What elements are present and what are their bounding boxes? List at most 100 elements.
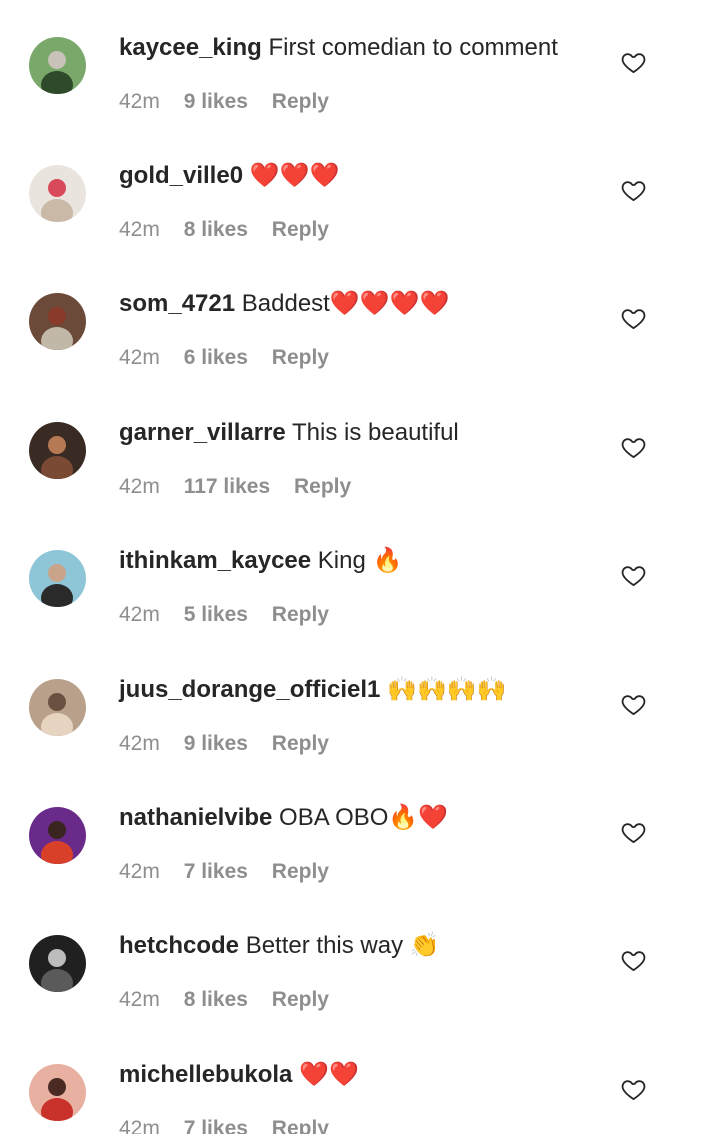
reply-button[interactable]: Reply: [272, 218, 329, 241]
comment-username[interactable]: gold_ville0: [119, 162, 243, 189]
comment-meta: 42m 7 likes Reply: [119, 859, 347, 885]
avatar-head: [48, 179, 66, 197]
comment-text: First comedian to comment: [268, 34, 558, 61]
comment-item: gold_ville0 ❤️❤️❤️ 42m 8 likes Reply: [0, 161, 720, 289]
comment-meta: 42m 6 likes Reply: [119, 345, 347, 371]
like-button[interactable]: [620, 1076, 647, 1103]
comment-content: hetchcode Better this way 👏: [119, 931, 599, 961]
comment-content: nathanielvibe OBA OBO🔥❤️: [119, 803, 599, 833]
reply-button[interactable]: Reply: [272, 603, 329, 626]
like-button[interactable]: [620, 49, 647, 76]
comment-time: 42m: [119, 218, 160, 241]
reply-button[interactable]: Reply: [272, 732, 329, 755]
comment-content: garner_villarre This is beautiful: [119, 418, 599, 448]
comment-content: juus_dorange_officiel1 🙌🙌🙌🙌: [119, 675, 599, 705]
comment-text: OBA OBO🔥❤️: [279, 804, 449, 831]
comment-likes[interactable]: 9 likes: [184, 90, 248, 113]
comment-username[interactable]: kaycee_king: [119, 34, 262, 61]
comment-item: kaycee_king First comedian to comment 42…: [0, 33, 720, 161]
comment-meta: 42m 8 likes Reply: [119, 987, 347, 1013]
comment-likes[interactable]: 8 likes: [184, 218, 248, 241]
comment-username[interactable]: michellebukola: [119, 1061, 292, 1088]
comment-text: Better this way 👏: [245, 932, 440, 959]
comment-meta: 42m 9 likes Reply: [119, 89, 347, 115]
avatar-head: [48, 564, 66, 582]
comment-item: hetchcode Better this way 👏 42m 8 likes …: [0, 931, 720, 1059]
comment-content: som_4721 Baddest❤️❤️❤️❤️: [119, 289, 599, 319]
comment-likes[interactable]: 117 likes: [184, 475, 270, 498]
comment-item: juus_dorange_officiel1 🙌🙌🙌🙌 42m 9 likes …: [0, 675, 720, 803]
comment-item: michellebukola ❤️❤️ 42m 7 likes Reply: [0, 1060, 720, 1134]
heart-outline-icon: [621, 53, 646, 73]
avatar-head: [48, 1078, 66, 1096]
heart-outline-icon: [621, 566, 646, 586]
avatar[interactable]: [29, 807, 86, 864]
comment-username[interactable]: nathanielvibe: [119, 804, 272, 831]
heart-outline-icon: [621, 1080, 646, 1100]
comment-text: ❤️❤️: [299, 1061, 359, 1088]
comment-time: 42m: [119, 603, 160, 626]
comment-text: Baddest❤️❤️❤️❤️: [241, 290, 450, 317]
avatar[interactable]: [29, 293, 86, 350]
comment-item: som_4721 Baddest❤️❤️❤️❤️ 42m 6 likes Rep…: [0, 289, 720, 417]
avatar-head: [48, 307, 66, 325]
reply-button[interactable]: Reply: [272, 1117, 329, 1134]
avatar-head: [48, 821, 66, 839]
reply-button[interactable]: Reply: [272, 860, 329, 883]
comment-likes[interactable]: 7 likes: [184, 1117, 248, 1134]
avatar-head: [48, 693, 66, 711]
like-button[interactable]: [620, 177, 647, 204]
avatar[interactable]: [29, 1064, 86, 1121]
comment-username[interactable]: juus_dorange_officiel1: [119, 676, 380, 703]
comment-content: gold_ville0 ❤️❤️❤️: [119, 161, 599, 191]
heart-outline-icon: [621, 309, 646, 329]
comments-list: kaycee_king First comedian to comment 42…: [0, 0, 720, 1134]
comment-likes[interactable]: 5 likes: [184, 603, 248, 626]
comment-likes[interactable]: 7 likes: [184, 860, 248, 883]
comment-item: nathanielvibe OBA OBO🔥❤️ 42m 7 likes Rep…: [0, 803, 720, 931]
heart-outline-icon: [621, 695, 646, 715]
like-button[interactable]: [620, 434, 647, 461]
comment-time: 42m: [119, 1117, 160, 1134]
comment-likes[interactable]: 6 likes: [184, 346, 248, 369]
comment-time: 42m: [119, 475, 160, 498]
comment-text: ❤️❤️❤️: [249, 162, 340, 189]
comment-username[interactable]: hetchcode: [119, 932, 239, 959]
reply-button[interactable]: Reply: [272, 90, 329, 113]
heart-outline-icon: [621, 951, 646, 971]
reply-button[interactable]: Reply: [272, 988, 329, 1011]
comment-text: 🙌🙌🙌🙌: [387, 676, 507, 703]
like-button[interactable]: [620, 562, 647, 589]
avatar-head: [48, 51, 66, 69]
avatar[interactable]: [29, 165, 86, 222]
comment-likes[interactable]: 9 likes: [184, 732, 248, 755]
comment-time: 42m: [119, 988, 160, 1011]
avatar[interactable]: [29, 679, 86, 736]
avatar[interactable]: [29, 37, 86, 94]
avatar[interactable]: [29, 422, 86, 479]
comment-meta: 42m 7 likes Reply: [119, 1116, 347, 1134]
reply-button[interactable]: Reply: [294, 475, 351, 498]
comment-content: ithinkam_kaycee King 🔥: [119, 546, 599, 576]
comment-time: 42m: [119, 346, 160, 369]
like-button[interactable]: [620, 691, 647, 718]
comment-meta: 42m 8 likes Reply: [119, 217, 347, 243]
avatar[interactable]: [29, 550, 86, 607]
comment-item: garner_villarre This is beautiful 42m 11…: [0, 418, 720, 546]
comment-time: 42m: [119, 860, 160, 883]
comment-text: This is beautiful: [292, 419, 459, 446]
heart-outline-icon: [621, 823, 646, 843]
comment-meta: 42m 5 likes Reply: [119, 602, 347, 628]
comment-username[interactable]: ithinkam_kaycee: [119, 547, 311, 574]
comment-time: 42m: [119, 732, 160, 755]
avatar[interactable]: [29, 935, 86, 992]
comment-likes[interactable]: 8 likes: [184, 988, 248, 1011]
avatar-head: [48, 949, 66, 967]
reply-button[interactable]: Reply: [272, 346, 329, 369]
comment-content: kaycee_king First comedian to comment: [119, 33, 599, 63]
comment-username[interactable]: garner_villarre: [119, 419, 286, 446]
like-button[interactable]: [620, 947, 647, 974]
comment-username[interactable]: som_4721: [119, 290, 235, 317]
like-button[interactable]: [620, 819, 647, 846]
like-button[interactable]: [620, 305, 647, 332]
